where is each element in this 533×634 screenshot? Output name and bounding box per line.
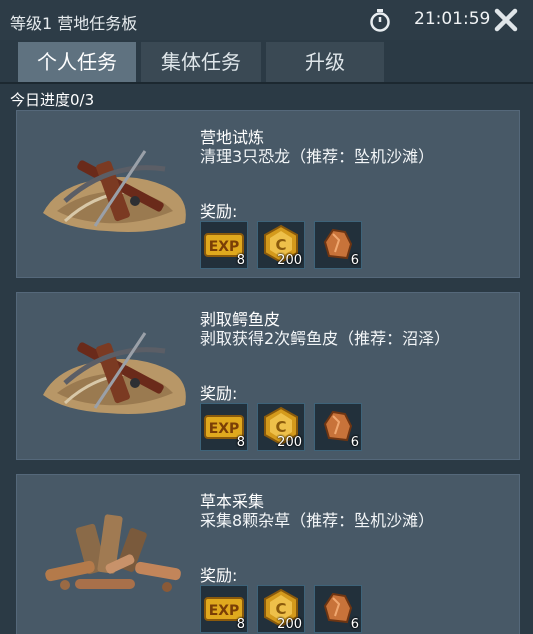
clock-time: 21:01:59	[414, 9, 491, 29]
svg-text:C: C	[275, 600, 286, 618]
close-icon[interactable]	[490, 4, 522, 36]
reward-slot-ore[interactable]: 6	[314, 403, 362, 451]
header-bar: 等级1 营地任务板 21:01:59	[0, 0, 533, 40]
svg-text:EXP: EXP	[209, 421, 240, 437]
crossbow-icon	[43, 332, 186, 414]
tab-bar: 个人任务 集体任务 升级	[0, 42, 533, 84]
tab-upgrade[interactable]: 升级	[266, 42, 384, 82]
reward-slot-ore[interactable]: 6	[314, 221, 362, 269]
task-card[interactable]: 营地试炼 清理3只恐龙（推荐：坠机沙滩） 奖励: EXP 8 C 200 6	[16, 110, 520, 278]
task-title: 草本采集	[200, 492, 265, 511]
reward-count: 200	[277, 617, 302, 632]
reward-label: 奖励:	[200, 384, 238, 403]
page-title: 等级1 营地任务板	[10, 14, 138, 33]
wood-logs-icon	[45, 514, 181, 592]
reward-count: 200	[277, 435, 302, 450]
reward-count: 8	[236, 617, 245, 632]
svg-text:C: C	[275, 236, 286, 254]
tab-personal-tasks[interactable]: 个人任务	[18, 42, 136, 82]
reward-label: 奖励:	[200, 566, 238, 585]
daily-progress: 今日进度0/3	[10, 91, 95, 109]
reward-count: 6	[350, 435, 359, 450]
task-description: 采集8颗杂草（推荐：坠机沙滩）	[200, 511, 435, 530]
task-title: 营地试炼	[200, 128, 265, 147]
stopwatch-icon[interactable]	[368, 8, 392, 32]
task-description: 清理3只恐龙（推荐：坠机沙滩）	[200, 147, 435, 166]
reward-slot-exp[interactable]: EXP 8	[200, 585, 248, 633]
reward-count: 6	[350, 253, 359, 268]
reward-count: 8	[236, 435, 245, 450]
reward-count: 8	[236, 253, 245, 268]
task-title: 剥取鳄鱼皮	[200, 310, 281, 329]
reward-label: 奖励:	[200, 202, 238, 221]
svg-text:EXP: EXP	[209, 603, 240, 619]
crossbow-icon	[43, 150, 186, 232]
reward-count: 200	[277, 253, 302, 268]
tab-group-tasks[interactable]: 集体任务	[141, 42, 261, 82]
reward-slot-ore[interactable]: 6	[314, 585, 362, 633]
svg-text:EXP: EXP	[209, 239, 240, 255]
reward-slot-coin[interactable]: C 200	[257, 221, 305, 269]
reward-slot-exp[interactable]: EXP 8	[200, 221, 248, 269]
task-description: 剥取获得2次鳄鱼皮（推荐：沼泽）	[200, 329, 451, 348]
task-card[interactable]: 剥取鳄鱼皮 剥取获得2次鳄鱼皮（推荐：沼泽） 奖励: EXP 8 C 200 6	[16, 292, 520, 460]
svg-text:C: C	[275, 418, 286, 436]
reward-slot-coin[interactable]: C 200	[257, 403, 305, 451]
reward-slot-coin[interactable]: C 200	[257, 585, 305, 633]
reward-count: 6	[350, 617, 359, 632]
tab-divider	[0, 82, 533, 84]
task-card[interactable]: 草本采集 采集8颗杂草（推荐：坠机沙滩） 奖励: EXP 8 C 200 6	[16, 474, 520, 634]
reward-slot-exp[interactable]: EXP 8	[200, 403, 248, 451]
